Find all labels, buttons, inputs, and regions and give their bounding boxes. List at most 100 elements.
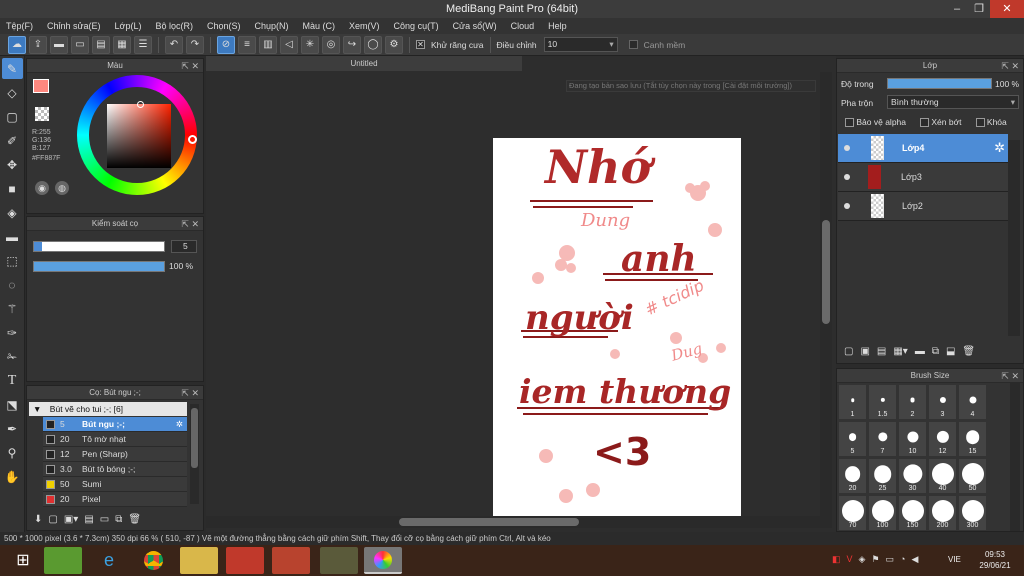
duplicate-layer-icon[interactable]: ⧉	[932, 346, 939, 357]
move-tool-icon[interactable]: ✥	[2, 154, 23, 175]
antialias-checkbox[interactable]: ✕	[416, 40, 425, 49]
layer-folder-icon[interactable]: ▬	[915, 346, 925, 357]
text-tool-icon[interactable]: T	[2, 370, 23, 391]
brush-item[interactable]: 3.0 Bút tô bóng ;-;	[43, 462, 187, 477]
brush-item[interactable]: 20 Pixel	[43, 492, 187, 507]
bucket-tool-icon[interactable]: ◈	[2, 202, 23, 223]
layer-scrollbar[interactable]	[1008, 140, 1020, 336]
delete-brush-icon[interactable]: 🗑	[128, 514, 141, 525]
close-icon[interactable]: ✕	[990, 0, 1024, 18]
drawing-page[interactable]: Nhớ Dung anh người # tcidip Dug iem thươ…	[493, 138, 741, 516]
saturation-value-square[interactable]	[107, 104, 171, 168]
visibility-icon[interactable]	[844, 174, 850, 180]
menu-view[interactable]: Xem(V)	[349, 21, 380, 31]
delete-layer-icon[interactable]: 🗑	[962, 346, 975, 357]
brush-size-option[interactable]: 5	[838, 421, 867, 457]
tray-battery-icon[interactable]: ▭	[886, 554, 895, 565]
panel-close-icon[interactable]: ⇱ ✕	[181, 217, 199, 231]
protect-alpha-checkbox[interactable]	[845, 118, 854, 128]
merge-layer-icon[interactable]: ⬓	[946, 346, 955, 357]
menu-file[interactable]: Tệp(F)	[6, 21, 33, 31]
menu-select[interactable]: Chọn(S)	[207, 21, 241, 31]
layer-opacity-slider[interactable]	[887, 78, 992, 89]
layer-row[interactable]: Lớp4 ✲	[838, 134, 1008, 163]
brush-size-option[interactable]: 200	[928, 495, 957, 531]
brush-size-option[interactable]: 50	[958, 458, 987, 494]
panel-close-icon[interactable]: ⇱ ✕	[1001, 59, 1019, 73]
tray-v-icon[interactable]: V	[847, 554, 853, 565]
undo-icon[interactable]: ↶	[165, 35, 183, 54]
grid-doc-icon[interactable]: ▦	[113, 35, 131, 54]
maximize-icon[interactable]: ❐	[966, 0, 992, 18]
brush-size-option[interactable]: 300	[958, 495, 987, 531]
snap-radial-icon[interactable]: ✳	[301, 35, 319, 54]
vertical-scrollbar[interactable]	[820, 72, 832, 516]
brush-item[interactable]: 5 Bút ngu ;-; ✲	[43, 417, 187, 432]
tray-network-icon[interactable]: ◔	[900, 554, 905, 565]
clipping-checkbox[interactable]	[920, 118, 929, 128]
tray-volume-icon[interactable]: ◀	[911, 554, 918, 565]
foreground-color-swatch[interactable]	[33, 79, 49, 93]
brush-size-option[interactable]: 10	[898, 421, 927, 457]
snap-ellipse-icon[interactable]: ◯	[364, 35, 382, 54]
palette-icon[interactable]: ◉	[35, 181, 49, 195]
palette-add-icon[interactable]: ◍	[55, 181, 69, 195]
brush-size-slider[interactable]	[33, 241, 165, 252]
app2-icon[interactable]	[272, 547, 310, 574]
brush-size-value[interactable]: 5	[171, 240, 197, 253]
horizontal-scrollbar[interactable]	[206, 516, 832, 528]
snap-parallel-icon[interactable]: ≡	[238, 35, 256, 54]
tab-untitled[interactable]: Untitled	[206, 56, 522, 71]
panel-close-icon[interactable]: ⇱ ✕	[181, 59, 199, 73]
green-app-icon[interactable]	[320, 547, 358, 574]
brush-size-option[interactable]: 1.5	[868, 384, 897, 420]
brush-item[interactable]: 50 Sumi	[43, 477, 187, 492]
hand-tool-icon[interactable]: ✋	[2, 466, 23, 487]
list-doc-icon[interactable]: ☰	[134, 35, 152, 54]
menu-help[interactable]: Help	[548, 21, 567, 31]
cloud-icon[interactable]: ☁	[8, 35, 26, 54]
panel-close-icon[interactable]: ⇱ ✕	[181, 386, 199, 400]
add-layer-menu-icon[interactable]: ▦▾	[893, 346, 907, 357]
comment2-icon[interactable]: ▭	[71, 35, 89, 54]
duplicate-icon[interactable]: ⧉	[115, 514, 122, 525]
snap-off-icon[interactable]: ⊘	[217, 35, 235, 54]
eyedropper-tool-icon[interactable]: ✒	[2, 418, 23, 439]
brush-size-option[interactable]: 7	[868, 421, 897, 457]
file-explorer-icon[interactable]	[180, 547, 218, 574]
eraser-tool-icon[interactable]: ◇	[2, 82, 23, 103]
shape-tool-icon[interactable]: ■	[2, 178, 23, 199]
brush-settings-icon[interactable]: ▤	[84, 514, 93, 525]
add-brush-icon[interactable]: ▣▾	[64, 514, 78, 525]
brush-group-header[interactable]: ▼ Bút vẽ cho tui ;-; [6]	[29, 402, 187, 416]
new-brush-icon[interactable]: ▢	[48, 514, 57, 525]
layer-row[interactable]: Lớp3	[838, 163, 1008, 192]
menu-window[interactable]: Cửa sổ(W)	[453, 21, 497, 31]
menu-filter[interactable]: Bộ lọc(R)	[155, 21, 193, 31]
smooth-checkbox[interactable]	[628, 40, 638, 49]
menu-cloud[interactable]: Cloud	[511, 21, 535, 31]
settings-icon[interactable]: ⚙	[385, 35, 403, 54]
gradient-tool-icon[interactable]: ▬	[2, 226, 23, 247]
clock[interactable]: 09:53 29/06/21	[975, 549, 1015, 571]
brush-size-option[interactable]: 25	[868, 458, 897, 494]
cloud-download-icon[interactable]: ⬇	[34, 514, 42, 525]
transparent-swatch[interactable]	[35, 107, 49, 121]
new-layer-8bit-icon[interactable]: ▣	[860, 346, 869, 357]
menu-color[interactable]: Màu (C)	[303, 21, 336, 31]
snap-circle-icon[interactable]: ◎	[322, 35, 340, 54]
brush-size-option[interactable]: 3	[928, 384, 957, 420]
language-indicator[interactable]: VIE	[948, 555, 961, 564]
brush-size-option[interactable]: 1	[838, 384, 867, 420]
chrome-icon[interactable]	[134, 547, 172, 574]
panel-close-icon[interactable]: ⇱ ✕	[1001, 369, 1019, 383]
eyedropper2-tool-icon[interactable]: ⚲	[2, 442, 23, 463]
brush-opacity-slider[interactable]	[33, 261, 165, 272]
brush-size-option[interactable]: 12	[928, 421, 957, 457]
bluestacks-icon[interactable]	[44, 547, 82, 574]
brush-size-option[interactable]: 100	[868, 495, 897, 531]
blend-mode-select[interactable]: Bình thường ▾	[887, 95, 1019, 109]
layer-settings-gear-icon[interactable]: ✲	[994, 140, 1005, 156]
brush-list-scrollbar[interactable]	[190, 404, 199, 504]
brush-size-option[interactable]: 40	[928, 458, 957, 494]
